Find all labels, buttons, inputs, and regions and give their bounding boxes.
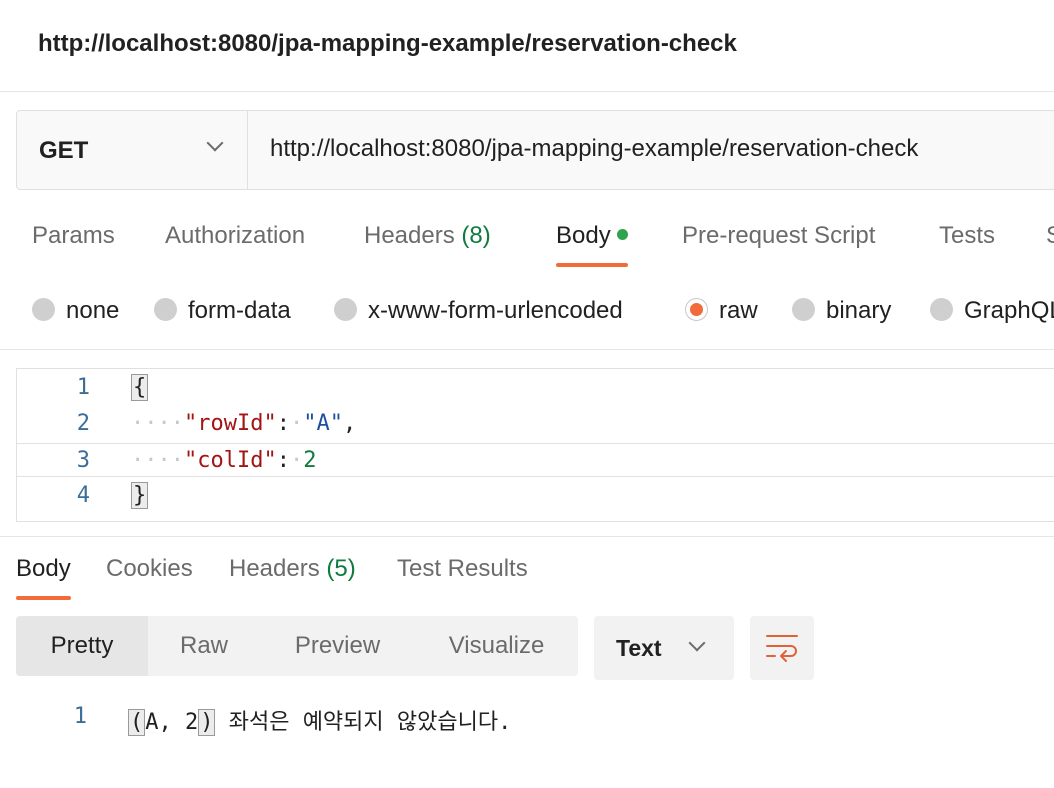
response-view-segmented: Pretty Raw Preview Visualize <box>16 616 578 676</box>
view-raw[interactable]: Raw <box>148 616 260 676</box>
tab-body[interactable]: Body <box>556 222 628 267</box>
radio-circle-selected <box>685 298 708 322</box>
tab-headers[interactable]: Headers (8) <box>364 222 491 250</box>
wrap-lines-icon <box>766 635 798 662</box>
tab-tests[interactable]: Tests <box>939 222 995 250</box>
code-line-current: 3 ····"colId":·2 <box>17 443 1054 477</box>
view-preview[interactable]: Preview <box>260 616 415 676</box>
open-brace: { <box>131 374 149 401</box>
json-string: "A" <box>303 411 343 436</box>
format-dropdown[interactable]: Text <box>594 616 734 680</box>
radio-raw[interactable]: raw <box>685 297 758 325</box>
radio-circle <box>154 298 177 322</box>
code-line: 1 { <box>17 371 1054 405</box>
request-title[interactable]: http://localhost:8080/jpa-mapping-exampl… <box>38 30 737 58</box>
json-number: 2 <box>303 448 317 473</box>
tab-test-results[interactable]: Test Results <box>397 555 528 583</box>
open-paren: ( <box>128 709 146 736</box>
radio-circle <box>32 298 55 322</box>
radio-graphql[interactable]: GraphQL <box>930 297 1054 325</box>
method-dropdown[interactable]: GET <box>17 111 248 189</box>
tab-settings[interactable]: S <box>1046 222 1054 250</box>
format-label: Text <box>616 635 662 661</box>
headers-count: (8) <box>461 222 491 249</box>
code-text: { <box>131 374 149 401</box>
code-line: 4 } <box>17 479 1054 513</box>
json-key: "colId" <box>183 448 277 473</box>
json-key: "rowId" <box>183 411 277 436</box>
method-label: GET <box>39 137 89 164</box>
radio-circle <box>792 298 815 322</box>
response-values: A, 2 <box>145 710 199 735</box>
line-number: 1 <box>73 704 87 729</box>
radio-circle <box>930 298 953 322</box>
tab-response-body[interactable]: Body <box>16 555 71 600</box>
line-number: 2 <box>76 411 90 436</box>
response-message: 좌석은 예약되지 않았습니다. <box>215 710 512 735</box>
code-text: } <box>131 482 149 509</box>
line-number: 1 <box>76 375 90 400</box>
radio-graphql-label: GraphQL <box>964 297 1054 324</box>
response-body: 1 (A, 2) 좌석은 예약되지 않았습니다. <box>0 700 1054 736</box>
radio-binary-label: binary <box>826 297 892 324</box>
url-input[interactable]: http://localhost:8080/jpa-mapping-exampl… <box>270 135 918 163</box>
radio-none[interactable]: none <box>32 297 119 325</box>
body-type-radios: none form-data x-www-form-urlencoded raw… <box>0 280 1054 350</box>
close-paren: ) <box>198 709 216 736</box>
close-brace: } <box>131 482 149 509</box>
body-indicator-dot <box>616 229 628 241</box>
response-tabs: Body Cookies Headers (5) Test Results <box>0 536 1054 606</box>
code-line: 2 ····"rowId":·"A", <box>17 407 1054 441</box>
view-visualize[interactable]: Visualize <box>415 616 578 676</box>
tab-params[interactable]: Params <box>32 222 115 250</box>
radio-urlencoded-label: x-www-form-urlencoded <box>368 297 623 324</box>
request-title-bar: http://localhost:8080/jpa-mapping-exampl… <box>0 0 1054 92</box>
radio-raw-label: raw <box>719 297 758 324</box>
line-number: 4 <box>76 483 90 508</box>
view-pretty[interactable]: Pretty <box>16 616 148 676</box>
request-body-editor[interactable]: 1 { 2 ····"rowId":·"A", 3 ····"colId":·2… <box>16 368 1054 522</box>
tab-body-label: Body <box>556 222 611 249</box>
tab-cookies[interactable]: Cookies <box>106 555 193 583</box>
radio-circle <box>334 298 357 322</box>
radio-form-data-label: form-data <box>188 297 291 324</box>
radio-binary[interactable]: binary <box>792 297 891 325</box>
wrap-lines-button[interactable] <box>750 616 814 680</box>
tab-response-headers[interactable]: Headers (5) <box>229 555 356 583</box>
tab-authorization[interactable]: Authorization <box>165 222 305 250</box>
tab-prerequest-script[interactable]: Pre-request Script <box>682 222 875 250</box>
url-bar: GET http://localhost:8080/jpa-mapping-ex… <box>16 110 1054 190</box>
code-text: ····"colId":·2 <box>131 448 317 473</box>
radio-urlencoded[interactable]: x-www-form-urlencoded <box>334 297 623 325</box>
radio-form-data[interactable]: form-data <box>154 297 291 325</box>
line-number: 3 <box>76 448 90 473</box>
request-tabs: Params Authorization Headers (8) Body Pr… <box>0 200 1054 272</box>
response-headers-count: (5) <box>326 555 356 582</box>
tab-response-headers-label: Headers <box>229 555 320 582</box>
chevron-down-icon <box>206 134 224 152</box>
chevron-down-icon <box>688 634 706 652</box>
response-text: (A, 2) 좌석은 예약되지 않았습니다. <box>128 704 511 736</box>
code-text: ····"rowId":·"A", <box>131 411 357 436</box>
tab-headers-label: Headers <box>364 222 455 249</box>
radio-none-label: none <box>66 297 120 324</box>
